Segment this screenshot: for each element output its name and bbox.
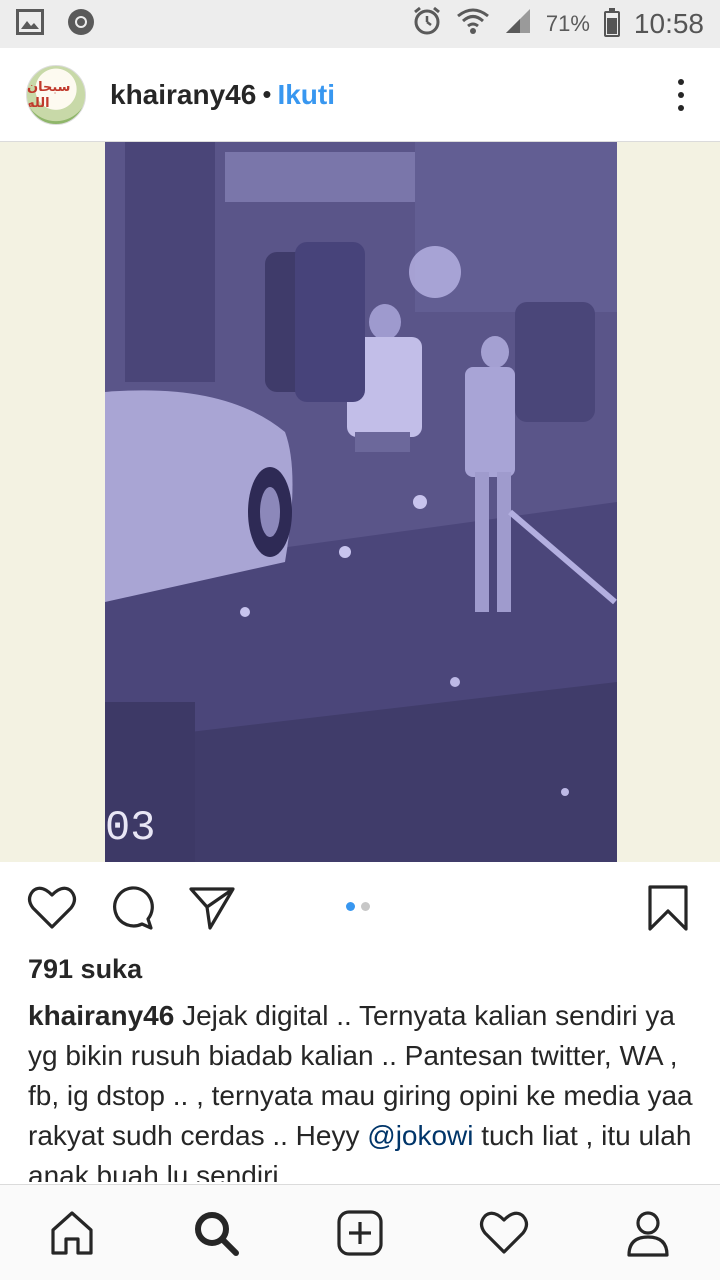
- video-frame[interactable]: 03: [105, 142, 617, 862]
- avatar-calligraphy: سبحان الله: [27, 78, 71, 110]
- bottom-nav: [0, 1184, 720, 1280]
- separator-dot: •: [262, 79, 272, 109]
- likes-count[interactable]: 791 suka: [28, 954, 142, 985]
- battery-icon: [603, 8, 620, 37]
- heart-icon[interactable]: [26, 882, 78, 934]
- home-icon[interactable]: [42, 1203, 102, 1263]
- profile-icon[interactable]: [618, 1203, 678, 1263]
- share-icon[interactable]: [186, 882, 238, 934]
- status-bar-left: [16, 7, 96, 42]
- clock: 10:58: [633, 8, 704, 39]
- post-header: سبحان الله khairany46 • Ikuti: [0, 48, 720, 142]
- post-username[interactable]: khairany46: [110, 79, 256, 111]
- more-options-icon[interactable]: [668, 71, 694, 119]
- status-bar-right: 71% 10:58: [412, 6, 704, 42]
- activity-heart-icon[interactable]: [474, 1203, 534, 1263]
- post-caption: khairany46 Jejak digital .. Ternyata kal…: [28, 996, 698, 1182]
- status-bar: 71% 10:58: [0, 0, 720, 48]
- caption-username[interactable]: khairany46: [28, 1000, 174, 1031]
- gallery-icon: [16, 8, 44, 40]
- follow-button[interactable]: Ikuti: [277, 79, 335, 111]
- avatar[interactable]: سبحان الله: [26, 64, 86, 125]
- wifi-icon: [456, 7, 490, 41]
- carousel-indicator: [346, 902, 370, 911]
- cctv-scene: [105, 142, 617, 862]
- search-icon[interactable]: [186, 1203, 246, 1263]
- chrome-icon: [66, 7, 96, 42]
- comment-icon[interactable]: [106, 882, 158, 934]
- alarm-icon: [412, 6, 442, 42]
- video-overlay-number: 03: [105, 804, 156, 852]
- bookmark-icon[interactable]: [642, 882, 694, 934]
- post-media[interactable]: 03: [0, 142, 720, 862]
- battery-fill: [606, 18, 617, 34]
- caption-mention[interactable]: @jokowi: [367, 1120, 473, 1151]
- carousel-dot: [361, 902, 370, 911]
- carousel-dot: [346, 902, 355, 911]
- battery-percent: 71%: [545, 11, 590, 36]
- post-actions: [0, 862, 720, 954]
- signal-icon: [504, 7, 532, 41]
- add-post-icon[interactable]: [330, 1203, 390, 1263]
